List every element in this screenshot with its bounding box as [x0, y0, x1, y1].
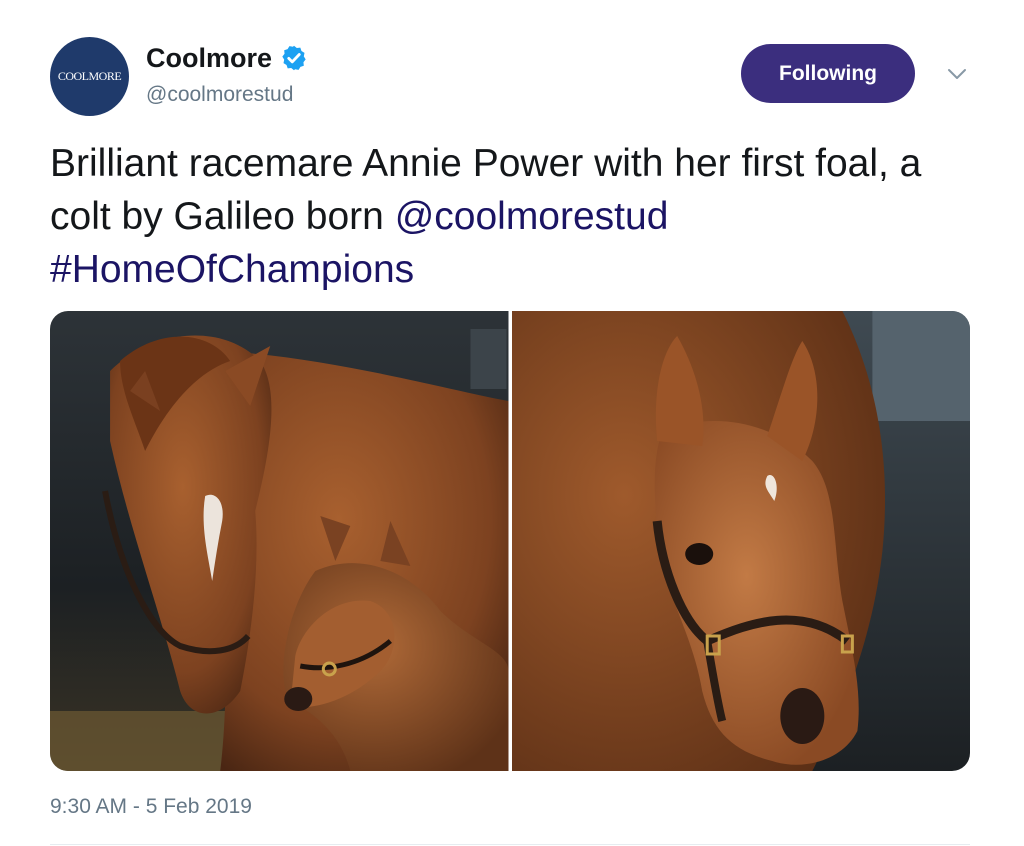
chevron-down-icon[interactable] [945, 64, 969, 84]
tweet-card: COOLMORE Coolmore @coolmorestud Followin… [0, 0, 1024, 846]
author-display-name[interactable]: Coolmore [146, 42, 272, 74]
avatar-logo-text: COOLMORE [57, 69, 122, 83]
mare-and-foal-image [50, 311, 509, 771]
following-button[interactable]: Following [741, 44, 915, 103]
foal-closeup-image [511, 311, 970, 771]
hashtag-link[interactable]: #HomeOfChampions [50, 248, 414, 291]
author-name-row: Coolmore [146, 42, 308, 74]
author-handle[interactable]: @coolmorestud [146, 82, 293, 108]
divider [50, 844, 970, 845]
photo-foal-closeup[interactable] [511, 311, 970, 771]
media-grid [50, 311, 970, 771]
verified-badge-icon [282, 45, 306, 71]
tweet-timestamp[interactable]: 9:30 AM - 5 Feb 2019 [50, 795, 252, 819]
avatar[interactable]: COOLMORE [50, 37, 129, 116]
photo-mare-and-foal[interactable] [50, 311, 509, 771]
tweet-text: Brilliant racemare Annie Power with her … [50, 137, 980, 296]
mention-link[interactable]: @coolmorestud [395, 195, 669, 238]
